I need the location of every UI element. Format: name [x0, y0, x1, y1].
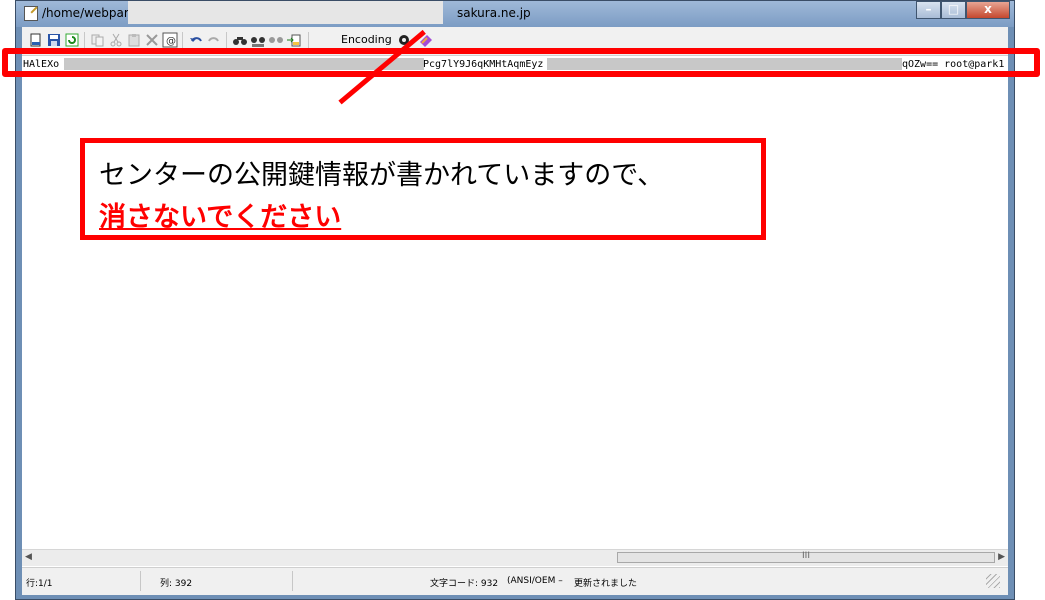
status-encoding: (ANSI/OEM –: [507, 576, 563, 586]
notepad-icon: [24, 6, 38, 21]
save-icon[interactable]: [46, 32, 62, 48]
replace-icon[interactable]: [268, 32, 284, 48]
goto-icon[interactable]: [286, 32, 302, 48]
new-file-icon[interactable]: [28, 32, 44, 48]
scroll-thumb[interactable]: III: [617, 551, 995, 563]
refresh-icon[interactable]: [64, 32, 80, 48]
callout-text-line1: センターの公開鍵情報が書かれていますので、: [99, 160, 665, 191]
close-icon: x: [984, 2, 992, 16]
find-next-icon[interactable]: [250, 32, 266, 48]
annotation-callout: センターの公開鍵情報が書かれていますので、 消さないでください: [80, 138, 766, 240]
editor-window: /home/webpar sakura.ne.jp – □ x @ Encodi…: [15, 0, 1015, 600]
status-divider: [292, 571, 293, 591]
paste-icon[interactable]: [126, 32, 142, 48]
status-bar: 行:1/1 列: 392 文字コード: 932 (ANSI/OEM – 更新され…: [22, 567, 1008, 595]
status-line: 行:1/1: [26, 579, 53, 589]
highlight-frame: [2, 48, 1040, 77]
redacted-title-area: [128, 1, 443, 24]
client-area: @ Encoding HAlEXo Pcg7lY9J6qKMHtAqmEyz q…: [22, 27, 1008, 595]
delete-icon[interactable]: [144, 32, 160, 48]
resize-grip[interactable]: [986, 574, 1000, 588]
maximize-icon: □: [947, 2, 960, 16]
encoding-button[interactable]: Encoding: [341, 33, 392, 46]
select-all-icon[interactable]: @: [162, 32, 178, 48]
scroll-right-icon[interactable]: ▶: [998, 552, 1005, 562]
status-saved: 更新されました: [574, 579, 638, 589]
undo-icon[interactable]: [188, 32, 204, 48]
redo-icon[interactable]: [206, 32, 222, 48]
callout-text-line2: 消さないでください: [99, 202, 342, 233]
text-editor-area[interactable]: HAlEXo Pcg7lY9J6qKMHtAqmEyz qOZw== root@…: [22, 56, 1008, 547]
copy-icon[interactable]: [90, 32, 106, 48]
scroll-grip: III: [802, 551, 810, 561]
svg-text:@: @: [166, 36, 176, 47]
find-icon[interactable]: [232, 32, 248, 48]
window-title: /home/webpar sakura.ne.jp: [42, 6, 531, 20]
window-title-path: /home/webpar: [42, 6, 129, 20]
status-charcode: 文字コード: 932: [430, 579, 499, 589]
status-divider: [140, 571, 141, 591]
window-title-host: sakura.ne.jp: [457, 6, 531, 20]
maximize-button[interactable]: □: [941, 1, 966, 19]
scroll-left-icon[interactable]: ◀: [25, 552, 32, 562]
horizontal-scrollbar[interactable]: ◀ III ▶: [22, 549, 1008, 566]
title-bar[interactable]: /home/webpar sakura.ne.jp – □ x: [16, 1, 1014, 27]
minimize-icon: –: [925, 2, 932, 16]
close-button[interactable]: x: [966, 1, 1010, 19]
cut-icon[interactable]: [108, 32, 124, 48]
status-column: 列: 392: [160, 579, 193, 589]
minimize-button[interactable]: –: [916, 1, 941, 19]
window-controls: – □ x: [916, 1, 1010, 21]
